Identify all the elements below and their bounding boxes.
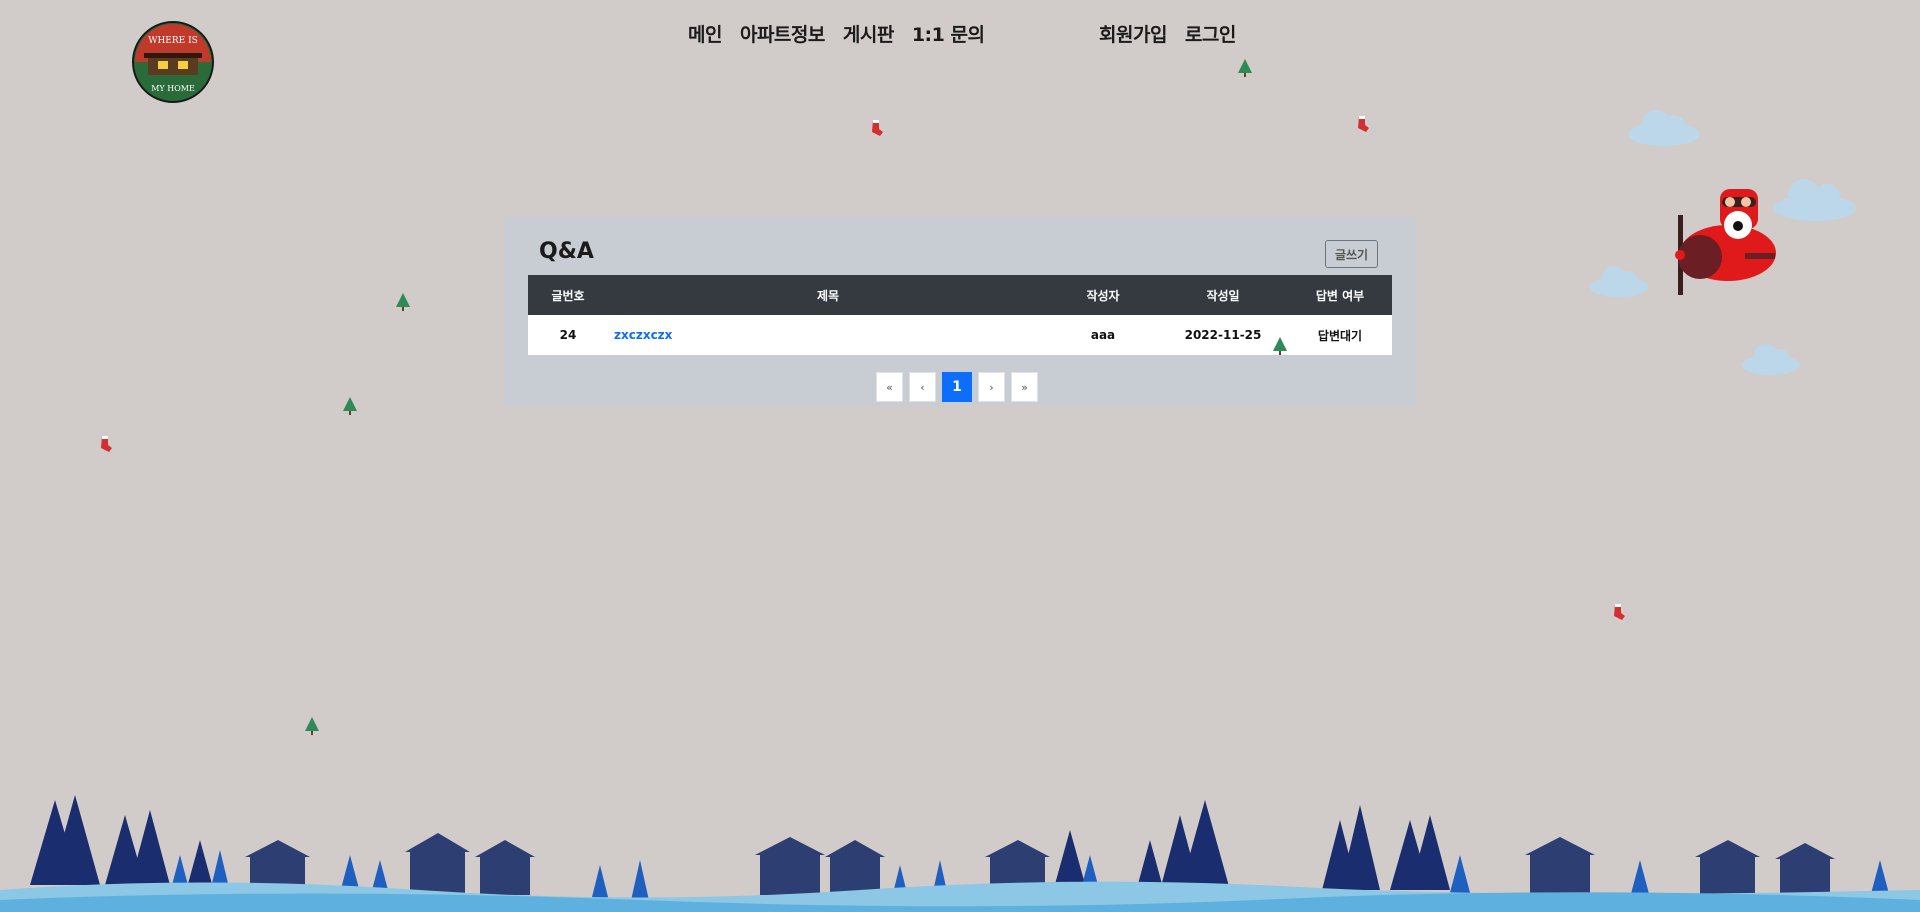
cloud-icon bbox=[1590, 266, 1648, 297]
write-button[interactable]: 글쓰기 bbox=[1325, 240, 1378, 268]
pagination: « ‹ 1 › » bbox=[876, 372, 1038, 402]
tree-icon bbox=[1238, 59, 1252, 77]
col-date-header: 작성일 bbox=[1206, 288, 1240, 303]
stocking-icon bbox=[101, 436, 112, 452]
stocking-icon bbox=[872, 120, 883, 136]
row-author: aaa bbox=[1090, 328, 1116, 342]
row-title-cell: zxczxczx bbox=[608, 315, 1048, 355]
cloud-icon bbox=[1742, 344, 1800, 375]
stocking-icon bbox=[1614, 604, 1625, 620]
logo-text-top: WHERE IS bbox=[148, 36, 198, 46]
qa-board-panel: Q&A 글쓰기 글번호 제목 작성자 작성일 답변 여부 24 zxczxczx… bbox=[504, 217, 1416, 406]
col-number-header: 글번호 bbox=[551, 288, 585, 303]
row-status: 답변대기 bbox=[1317, 328, 1363, 343]
prev-page-button[interactable]: ‹ bbox=[909, 372, 936, 402]
page-1-button[interactable]: 1 bbox=[942, 372, 972, 402]
nav-home[interactable]: 메인 bbox=[688, 20, 722, 47]
nav-inquiry[interactable]: 1:1 문의 bbox=[912, 20, 985, 47]
qa-table: 글번호 제목 작성자 작성일 답변 여부 24 zxczxczx aaa 202… bbox=[528, 275, 1392, 355]
col-title-header: 제목 bbox=[816, 288, 840, 303]
tree-icon bbox=[1273, 337, 1287, 355]
row-number: 24 bbox=[559, 328, 577, 342]
last-page-button[interactable]: » bbox=[1011, 372, 1038, 402]
santa-plane-illustration bbox=[1675, 189, 1776, 295]
row-date: 2022-11-25 bbox=[1184, 328, 1262, 342]
logo-text-bottom: MY HOME bbox=[151, 84, 195, 93]
row-title-link[interactable]: zxczxczx bbox=[614, 328, 672, 342]
col-author-header: 작성자 bbox=[1086, 288, 1120, 303]
table-row[interactable]: 24 zxczxczx aaa 2022-11-25 답변대기 bbox=[528, 315, 1392, 355]
site-logo[interactable]: WHERE IS MY HOME bbox=[132, 21, 214, 103]
nav-apartment-info[interactable]: 아파트정보 bbox=[740, 20, 825, 47]
tree-icon bbox=[343, 397, 357, 415]
table-header-row: 글번호 제목 작성자 작성일 답변 여부 bbox=[528, 275, 1392, 315]
board-title: Q&A bbox=[539, 239, 594, 264]
cloud-icon bbox=[1628, 110, 1700, 146]
nav-board[interactable]: 게시판 bbox=[843, 20, 894, 47]
tree-icon bbox=[396, 293, 410, 311]
stocking-icon bbox=[1358, 116, 1369, 132]
next-page-button[interactable]: › bbox=[978, 372, 1005, 402]
tree-icon bbox=[305, 717, 319, 735]
col-status-header: 답변 여부 bbox=[1315, 288, 1365, 303]
main-nav: 메인 아파트정보 게시판 1:1 문의 bbox=[688, 20, 985, 47]
winter-village-illustration bbox=[0, 795, 1920, 912]
nav-signup[interactable]: 회원가입 bbox=[1099, 20, 1167, 47]
auth-nav: 회원가입 로그인 bbox=[1099, 20, 1236, 47]
first-page-button[interactable]: « bbox=[876, 372, 903, 402]
nav-login[interactable]: 로그인 bbox=[1185, 20, 1236, 47]
